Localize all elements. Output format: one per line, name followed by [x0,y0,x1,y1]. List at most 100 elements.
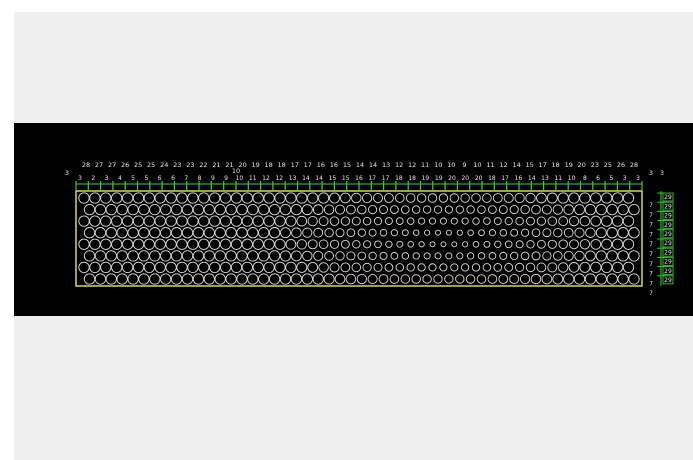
right-box-label: 29 [664,240,672,247]
right-dimension-label: 7 [649,212,653,219]
hole [542,228,552,238]
hole [362,262,372,273]
hole [595,227,607,239]
left-marker: 3 [65,169,69,177]
hole [263,215,275,227]
hole [252,215,264,227]
second-label: 6 [158,175,162,182]
hole [579,261,591,273]
hole [520,204,530,215]
second-label: 14 [315,175,323,182]
second-label: 8 [198,175,202,182]
hole [390,205,399,214]
hole [268,203,281,216]
hole [279,250,292,262]
hole [290,203,303,216]
top-label: 18 [552,161,560,169]
hole [520,251,530,261]
hole [477,205,486,214]
hole [433,205,443,214]
hole [520,228,530,237]
hole [279,273,292,285]
hole [509,273,520,284]
hole [296,192,308,204]
hole [181,273,194,285]
top-label: 17 [539,161,547,169]
hole [552,273,564,285]
hole [585,250,596,262]
hole [546,192,558,204]
cad-viewport[interactable]: 28 27 27 26 25 25 24 23 23 22 21 21 20 19 18 18 17 17 16 16… [14,123,693,316]
hole [622,192,635,204]
hole [428,263,437,272]
hole [418,241,425,248]
hole [351,262,362,273]
hole [307,215,318,227]
top-label: 16 [317,161,325,169]
hole [143,215,155,227]
hole [247,250,259,262]
hole [557,192,569,204]
hole [296,239,307,250]
hole [111,261,123,274]
hole [209,192,221,204]
hole [138,227,150,239]
right-dimension-label: 7 [649,222,653,229]
hole [439,217,447,225]
top-label: 26 [121,161,129,169]
top-label: 15 [525,161,533,169]
second-label: 8 [583,175,587,182]
hole [132,192,145,204]
hole [346,204,356,215]
hole [324,227,334,238]
hole [323,273,335,285]
hole [318,216,329,227]
top-label: 23 [186,161,194,169]
hole [519,273,531,285]
hole [198,192,210,204]
hole [379,205,388,215]
hole [482,263,492,272]
hole [595,250,607,262]
hole [384,217,393,226]
hole [100,261,112,274]
hole [515,262,525,273]
hole [460,263,470,272]
hole [569,239,579,250]
hole [526,240,535,249]
second-label: 5 [131,175,135,182]
hole [340,262,351,273]
hole [192,250,205,262]
hole [525,262,536,273]
hole [105,250,117,262]
top-label: 25 [134,161,142,169]
hole [83,273,96,285]
hole [428,217,437,225]
hole [203,227,215,239]
second-label: 16 [515,175,523,182]
hole [192,273,205,285]
second-label: 17 [382,175,390,182]
second-label: 12 [275,175,283,182]
hole [111,192,123,204]
hole [247,227,259,239]
top-label: 16 [330,161,338,169]
hole [558,216,569,227]
hole [94,273,107,285]
top-label: 25 [147,161,155,169]
right-dimension-label: 7 [649,280,653,287]
hole [406,263,415,272]
hole [89,215,101,227]
hole [340,239,350,249]
hole [219,261,232,274]
right-dimension-label: 7 [649,231,653,238]
hole [367,273,378,285]
hole [279,203,292,216]
hole [225,227,237,239]
hole [192,227,205,239]
hole [440,241,447,248]
hole [329,262,340,273]
hole [214,273,226,285]
hole [176,238,188,250]
hole [335,228,345,238]
